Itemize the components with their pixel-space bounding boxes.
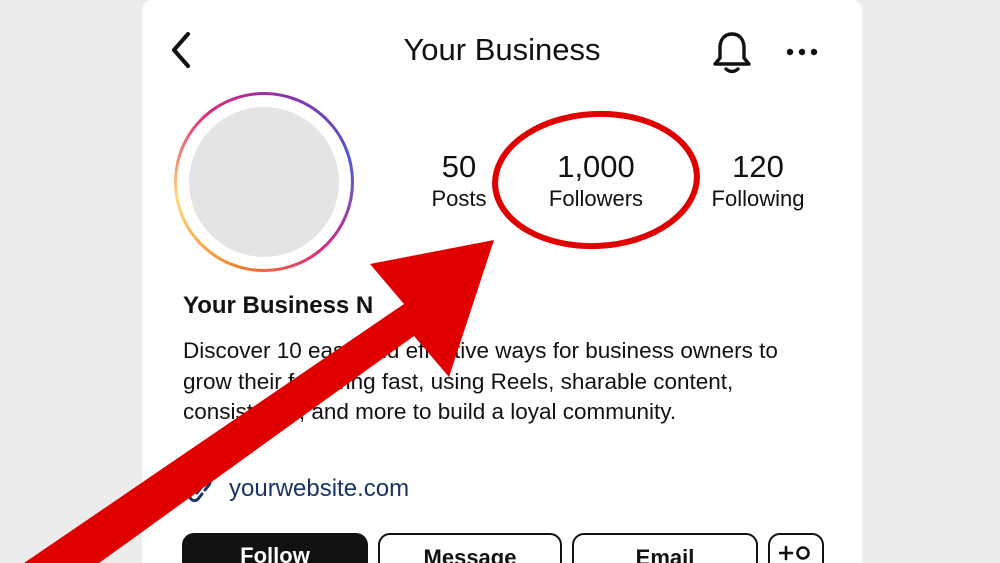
- bio-line: grow their following fast, using Reels, …: [183, 368, 734, 394]
- stat-following[interactable]: 120 Following: [698, 150, 818, 214]
- page-title: Your Business: [403, 32, 601, 67]
- stat-followers[interactable]: 1,000 Followers: [534, 150, 658, 214]
- message-button[interactable]: Message: [378, 533, 562, 563]
- bell-icon[interactable]: [710, 28, 754, 76]
- add-user-icon: [778, 545, 810, 561]
- following-count: 120: [732, 149, 784, 184]
- link-icon: [188, 475, 212, 503]
- avatar-placeholder: [189, 107, 339, 257]
- more-horizontal-icon[interactable]: [782, 40, 822, 64]
- profile-bio: Discover 10 easy and effective ways for …: [183, 336, 853, 428]
- bio-line: Discover 10 easy and effective ways for …: [183, 338, 778, 363]
- add-user-button[interactable]: [768, 533, 824, 563]
- website-url: yourwebsite.com: [229, 475, 410, 502]
- profile-screen: Your Business 50 Posts 1,000 Followers 1…: [142, 0, 862, 563]
- follow-button[interactable]: Follow: [182, 533, 368, 563]
- posts-count: 50: [441, 149, 477, 184]
- posts-label: Posts: [431, 186, 487, 211]
- followers-label: Followers: [548, 186, 644, 211]
- following-label: Following: [711, 186, 805, 211]
- email-button[interactable]: Email: [572, 533, 758, 563]
- website-link[interactable]: yourwebsite.com: [183, 472, 409, 506]
- followers-count: 1,000: [557, 149, 635, 184]
- bio-line: consistency, and more to build a loyal c…: [183, 399, 677, 424]
- stat-posts[interactable]: 50 Posts: [414, 150, 504, 214]
- avatar[interactable]: [174, 92, 354, 272]
- profile-name: Your Business N: [183, 292, 374, 319]
